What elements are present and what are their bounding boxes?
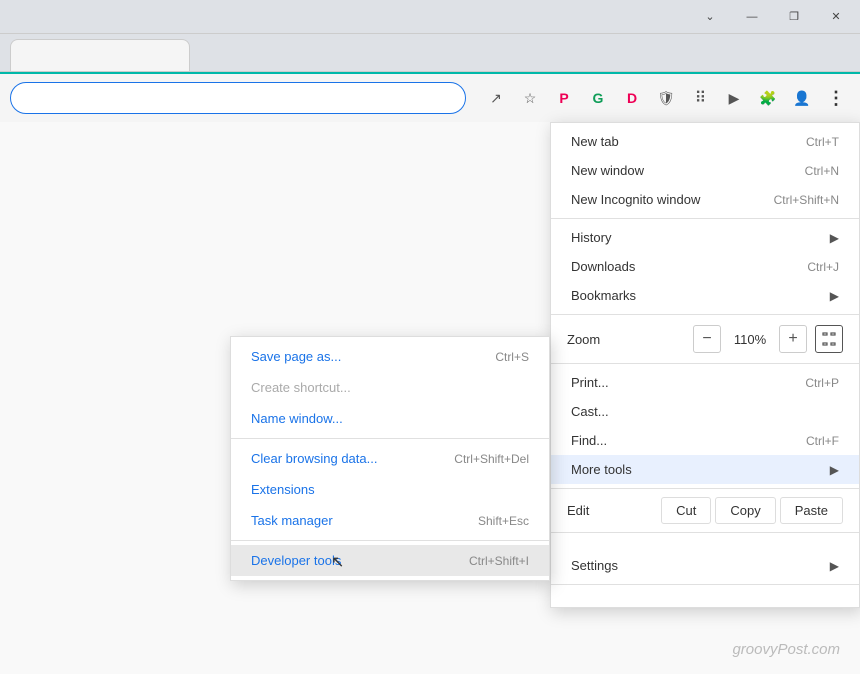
separator-1: [551, 218, 859, 219]
separator-6: [551, 584, 859, 585]
share-icon[interactable]: ↗: [482, 84, 510, 112]
zoom-minus-button[interactable]: −: [693, 325, 721, 353]
menu-new-window[interactable]: New window Ctrl+N: [551, 156, 859, 185]
separator-3: [551, 363, 859, 364]
menu-new-tab[interactable]: New tab Ctrl+T: [551, 127, 859, 156]
submenu-name-window[interactable]: Name window...: [231, 403, 549, 434]
menu-history[interactable]: History ▶: [551, 223, 859, 252]
url-input[interactable]: [10, 82, 466, 114]
chevron-button[interactable]: ⌄: [690, 2, 730, 32]
pocket-icon[interactable]: P: [550, 84, 578, 112]
profile-icon[interactable]: 👤: [788, 84, 816, 112]
menu-bookmarks[interactable]: Bookmarks ▶: [551, 281, 859, 310]
menu-exit[interactable]: [551, 589, 859, 603]
tab-bar: [0, 34, 860, 72]
extensions-icon[interactable]: 🧩: [754, 84, 782, 112]
copy-button[interactable]: Copy: [715, 497, 775, 524]
menu-print[interactable]: Print... Ctrl+P: [551, 368, 859, 397]
menu-more-tools[interactable]: More tools ▶: [551, 455, 859, 484]
paste-button[interactable]: Paste: [780, 497, 843, 524]
zoom-value: 110%: [725, 332, 775, 347]
address-bar: ↗ ☆ P G D 🛡 ⠿ ▶ 🧩 👤 ⋮: [0, 72, 860, 122]
window-controls: ⌄ — ❐ ✕: [690, 2, 856, 32]
edit-row: Edit Cut Copy Paste: [551, 493, 859, 528]
cursor-pointer: ↖: [331, 552, 344, 572]
submenu-separator-1: [231, 438, 549, 439]
submenu-clear-browsing[interactable]: Clear browsing data... Ctrl+Shift+Del: [231, 443, 549, 474]
menu-help[interactable]: Settings ▶: [551, 551, 859, 580]
minimize-button[interactable]: —: [732, 2, 772, 32]
zoom-fullscreen-button[interactable]: [815, 325, 843, 353]
shield-icon[interactable]: 🛡: [652, 84, 680, 112]
zoom-label: Zoom: [567, 332, 689, 347]
submenu-task-manager[interactable]: Task manager Shift+Esc: [231, 505, 549, 536]
separator-4: [551, 488, 859, 489]
bookmark-icon[interactable]: ☆: [516, 84, 544, 112]
edit-label: Edit: [567, 503, 657, 518]
watermark: groovyPost.com: [732, 641, 840, 658]
submenu-extensions[interactable]: Extensions: [231, 474, 549, 505]
submenu-save-page[interactable]: Save page as... Ctrl+S: [231, 341, 549, 372]
active-tab[interactable]: [10, 39, 190, 71]
menu-downloads[interactable]: Downloads Ctrl+J: [551, 252, 859, 281]
main-menu: New tab Ctrl+T New window Ctrl+N New Inc…: [550, 122, 860, 608]
submenu-separator-2: [231, 540, 549, 541]
zoom-row: Zoom − 110% +: [551, 319, 859, 359]
dictionary-icon[interactable]: D: [618, 84, 646, 112]
play-icon[interactable]: ▶: [720, 84, 748, 112]
main-content: groovyPost.com New tab Ctrl+T New window…: [0, 122, 860, 674]
menu-cast[interactable]: Cast...: [551, 397, 859, 426]
title-bar: ⌄ — ❐ ✕: [0, 0, 860, 34]
menu-settings[interactable]: [551, 537, 859, 551]
menu-find[interactable]: Find... Ctrl+F: [551, 426, 859, 455]
menu-incognito[interactable]: New Incognito window Ctrl+Shift+N: [551, 185, 859, 214]
submenu-create-shortcut[interactable]: Create shortcut...: [231, 372, 549, 403]
maximize-button[interactable]: ❐: [774, 2, 814, 32]
sub-menu: Save page as... Ctrl+S Create shortcut..…: [230, 336, 550, 581]
close-button[interactable]: ✕: [816, 2, 856, 32]
grammarly-icon[interactable]: G: [584, 84, 612, 112]
separator-5: [551, 532, 859, 533]
separator-2: [551, 314, 859, 315]
toolbar-icons: ↗ ☆ P G D 🛡 ⠿ ▶ 🧩 👤 ⋮: [482, 84, 850, 112]
menu-icon[interactable]: ⋮: [822, 84, 850, 112]
zoom-plus-button[interactable]: +: [779, 325, 807, 353]
submenu-developer-tools[interactable]: Developer tools Ctrl+Shift+I: [231, 545, 549, 576]
cut-button[interactable]: Cut: [661, 497, 711, 524]
dots-icon[interactable]: ⠿: [686, 84, 714, 112]
